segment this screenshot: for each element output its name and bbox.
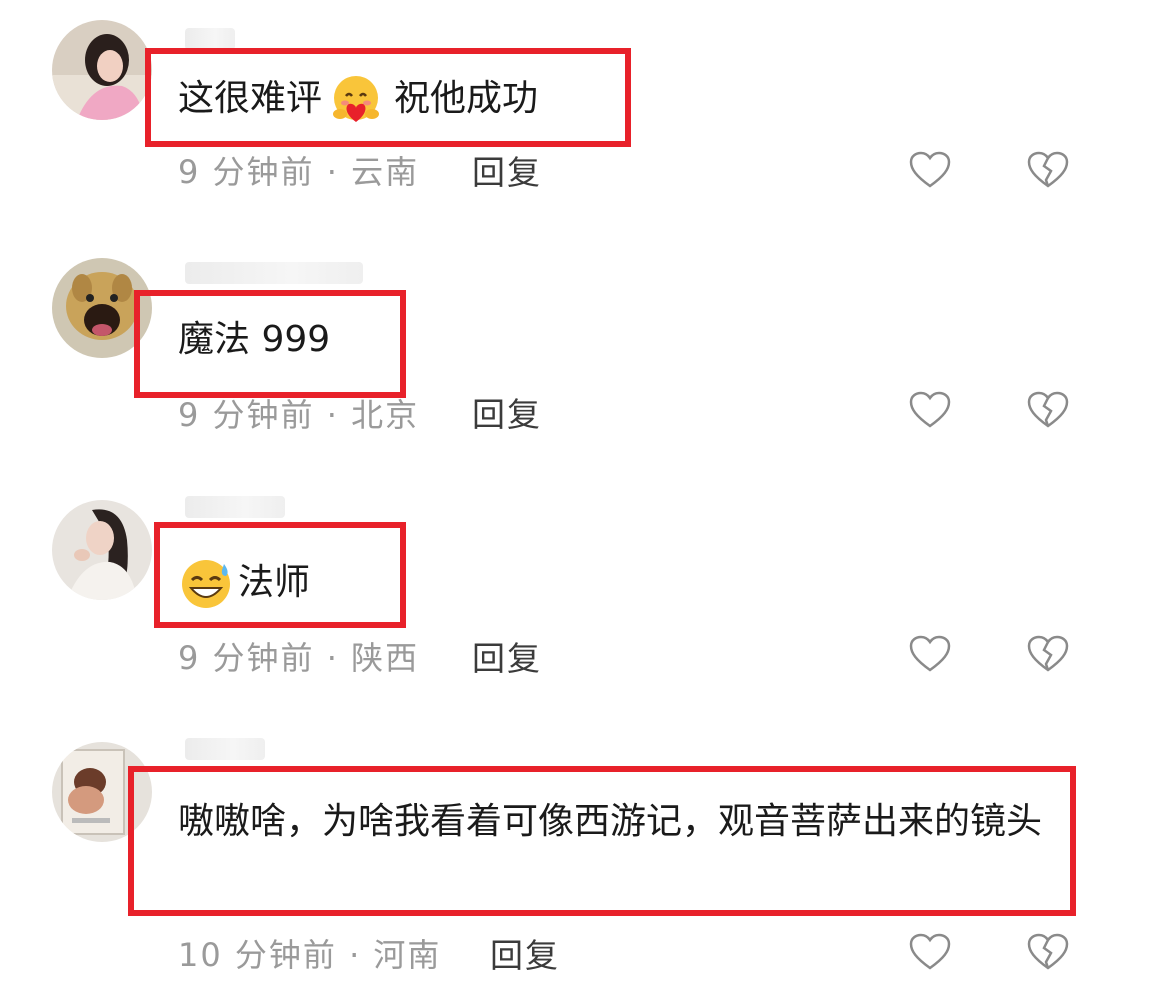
comment-time: 9 分钟前 <box>178 639 315 677</box>
comment-location: 云南 <box>351 153 420 191</box>
broken-heart-icon[interactable] <box>1026 932 1070 972</box>
reply-button[interactable]: 回复 <box>472 632 542 680</box>
username-blurred <box>185 496 285 518</box>
comment-time: 9 分钟前 <box>178 153 315 191</box>
username-blurred <box>185 738 265 760</box>
broken-heart-icon[interactable] <box>1026 390 1070 430</box>
broken-heart-icon[interactable] <box>1026 634 1070 674</box>
comment-meta: 9 分钟前 · 云南 <box>178 153 420 191</box>
comment-location: 陕西 <box>351 639 420 677</box>
comment-meta: 9 分钟前 · 北京 <box>178 396 420 434</box>
avatar[interactable] <box>52 500 152 600</box>
username-blurred <box>185 262 363 284</box>
username-blurred <box>185 28 235 50</box>
comment-time: 10 分钟前 <box>178 936 337 974</box>
comment-text: 魔法 999 <box>178 319 331 360</box>
heart-outline-icon[interactable] <box>908 150 952 190</box>
heart-outline-icon[interactable] <box>908 932 952 972</box>
comment-text: 法师 <box>178 556 310 612</box>
reply-button[interactable]: 回复 <box>490 929 560 977</box>
hug-heart-emoji <box>328 72 384 128</box>
comment-meta: 9 分钟前 · 陕西 <box>178 639 420 677</box>
reply-button[interactable]: 回复 <box>472 146 542 194</box>
heart-outline-icon[interactable] <box>908 634 952 674</box>
comment-location: 河南 <box>373 936 442 974</box>
comment-time: 9 分钟前 <box>178 396 315 434</box>
broken-heart-icon[interactable] <box>1026 150 1070 190</box>
comment-text: 这很难评 祝他成功 <box>178 72 538 128</box>
avatar[interactable] <box>52 20 152 120</box>
grin-sweat-emoji <box>178 556 234 612</box>
heart-outline-icon[interactable] <box>908 390 952 430</box>
reply-button[interactable]: 回复 <box>472 388 542 436</box>
comment-text: 嗷嗷啥，为啥我看着可像西游记，观音菩萨出来的镜头 <box>178 801 1043 842</box>
comment-meta: 10 分钟前 · 河南 <box>178 936 442 974</box>
comment-location: 北京 <box>351 396 420 434</box>
